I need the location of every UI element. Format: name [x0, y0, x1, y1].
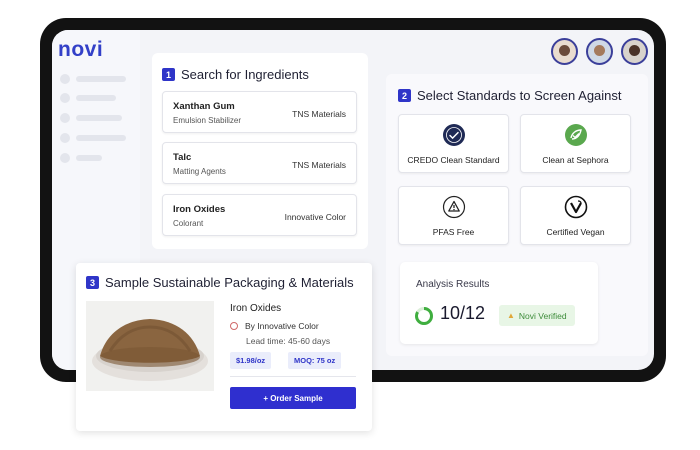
section-title: Search for Ingredients — [181, 67, 309, 82]
lead-time: Lead time: 45-60 days — [246, 336, 331, 346]
analysis-title: Analysis Results — [416, 279, 490, 290]
thumbs-up-icon: ▲ — [507, 311, 515, 320]
person-icon — [594, 44, 605, 56]
moq-chip: MOQ: 75 oz — [288, 352, 342, 369]
leaf-check-icon — [564, 124, 587, 146]
nav-placeholder — [76, 135, 126, 141]
sidebar-item[interactable] — [60, 113, 122, 123]
step-number: 3 — [86, 276, 99, 289]
nav-placeholder — [76, 155, 102, 161]
person-icon — [629, 44, 640, 56]
vegan-v-icon — [564, 195, 587, 219]
standard-card-sephora[interactable]: Clean at Sephora — [520, 114, 631, 173]
ingredient-item[interactable]: Talc Matting Agents TNS Materials — [162, 142, 357, 184]
warning-triangle-icon — [442, 195, 465, 219]
standard-card-pfas[interactable]: PFAS Free — [398, 186, 509, 245]
novi-logo[interactable]: novi — [58, 38, 103, 62]
ingredient-name: Talc — [173, 152, 192, 163]
price-chip: $1.98/oz — [230, 352, 272, 369]
vendor-radio-icon[interactable] — [230, 322, 238, 330]
section-header: 3 Sample Sustainable Packaging & Materia… — [86, 275, 354, 290]
sidebar-item[interactable] — [60, 93, 116, 103]
avatar[interactable] — [586, 38, 613, 65]
packaging-panel: 3 Sample Sustainable Packaging & Materia… — [76, 263, 372, 431]
ingredient-item[interactable]: Xanthan Gum Emulsion Stabilizer TNS Mate… — [162, 91, 357, 133]
sidebar-item[interactable] — [60, 133, 126, 143]
nav-dot-icon — [60, 153, 70, 163]
nav-placeholder — [76, 95, 116, 101]
credo-seal-icon — [442, 124, 465, 146]
vendor-row: By Innovative Color — [230, 321, 319, 331]
score-ring — [415, 307, 433, 325]
product-photo — [86, 301, 214, 391]
ingredient-name: Xanthan Gum — [173, 101, 235, 112]
powder-dish-image — [86, 301, 214, 391]
section-title: Sample Sustainable Packaging & Materials — [105, 275, 354, 290]
vendor-label: By Innovative Color — [245, 321, 319, 331]
ingredient-category: Emulsion Stabilizer — [173, 116, 242, 125]
standard-label: Clean at Sephora — [542, 155, 609, 165]
step-number: 1 — [162, 68, 175, 81]
person-icon — [559, 44, 570, 56]
analysis-score: 10/12 — [440, 303, 486, 323]
nav-placeholder — [76, 76, 126, 82]
ingredient-vendor: TNS Materials — [292, 109, 346, 119]
ingredient-name: Iron Oxides — [173, 204, 226, 215]
nav-dot-icon — [60, 113, 70, 123]
ingredient-item[interactable]: Iron Oxides Colorant Innovative Color — [162, 194, 357, 236]
standard-card-credo[interactable]: CREDO Clean Standard — [398, 114, 509, 173]
avatar[interactable] — [621, 38, 648, 65]
product-name: Iron Oxides — [230, 303, 282, 314]
order-sample-button[interactable]: + Order Sample — [230, 387, 356, 409]
nav-placeholder — [76, 115, 122, 121]
standard-card-vegan[interactable]: Certified Vegan — [520, 186, 631, 245]
ingredient-category: Colorant — [173, 219, 204, 228]
sidebar-item[interactable] — [60, 74, 126, 84]
step-number: 2 — [398, 89, 411, 102]
divider — [230, 376, 356, 377]
user-avatars — [551, 38, 648, 65]
ingredient-vendor: TNS Materials — [292, 160, 346, 170]
sidebar-item[interactable] — [60, 153, 102, 163]
nav-dot-icon — [60, 93, 70, 103]
standard-label: CREDO Clean Standard — [407, 155, 500, 165]
section-title: Select Standards to Screen Against — [417, 88, 622, 103]
standard-label: Certified Vegan — [546, 227, 605, 237]
ingredient-category: Matting Agents — [173, 167, 226, 176]
section-header: 2 Select Standards to Screen Against — [398, 88, 622, 103]
avatar[interactable] — [551, 38, 578, 65]
ingredient-search-panel: 1 Search for Ingredients Xanthan Gum Emu… — [152, 53, 368, 249]
nav-dot-icon — [60, 74, 70, 84]
badge-label: Novi Verified — [518, 310, 567, 321]
nav-dot-icon — [60, 133, 70, 143]
ingredient-vendor: Innovative Color — [284, 212, 346, 222]
novi-verified-badge: ▲ Novi Verified — [499, 305, 575, 326]
analysis-results-card: Analysis Results 10/12 ▲ Novi Verified — [400, 262, 598, 344]
standard-label: PFAS Free — [432, 227, 475, 237]
section-header: 1 Search for Ingredients — [162, 67, 309, 82]
